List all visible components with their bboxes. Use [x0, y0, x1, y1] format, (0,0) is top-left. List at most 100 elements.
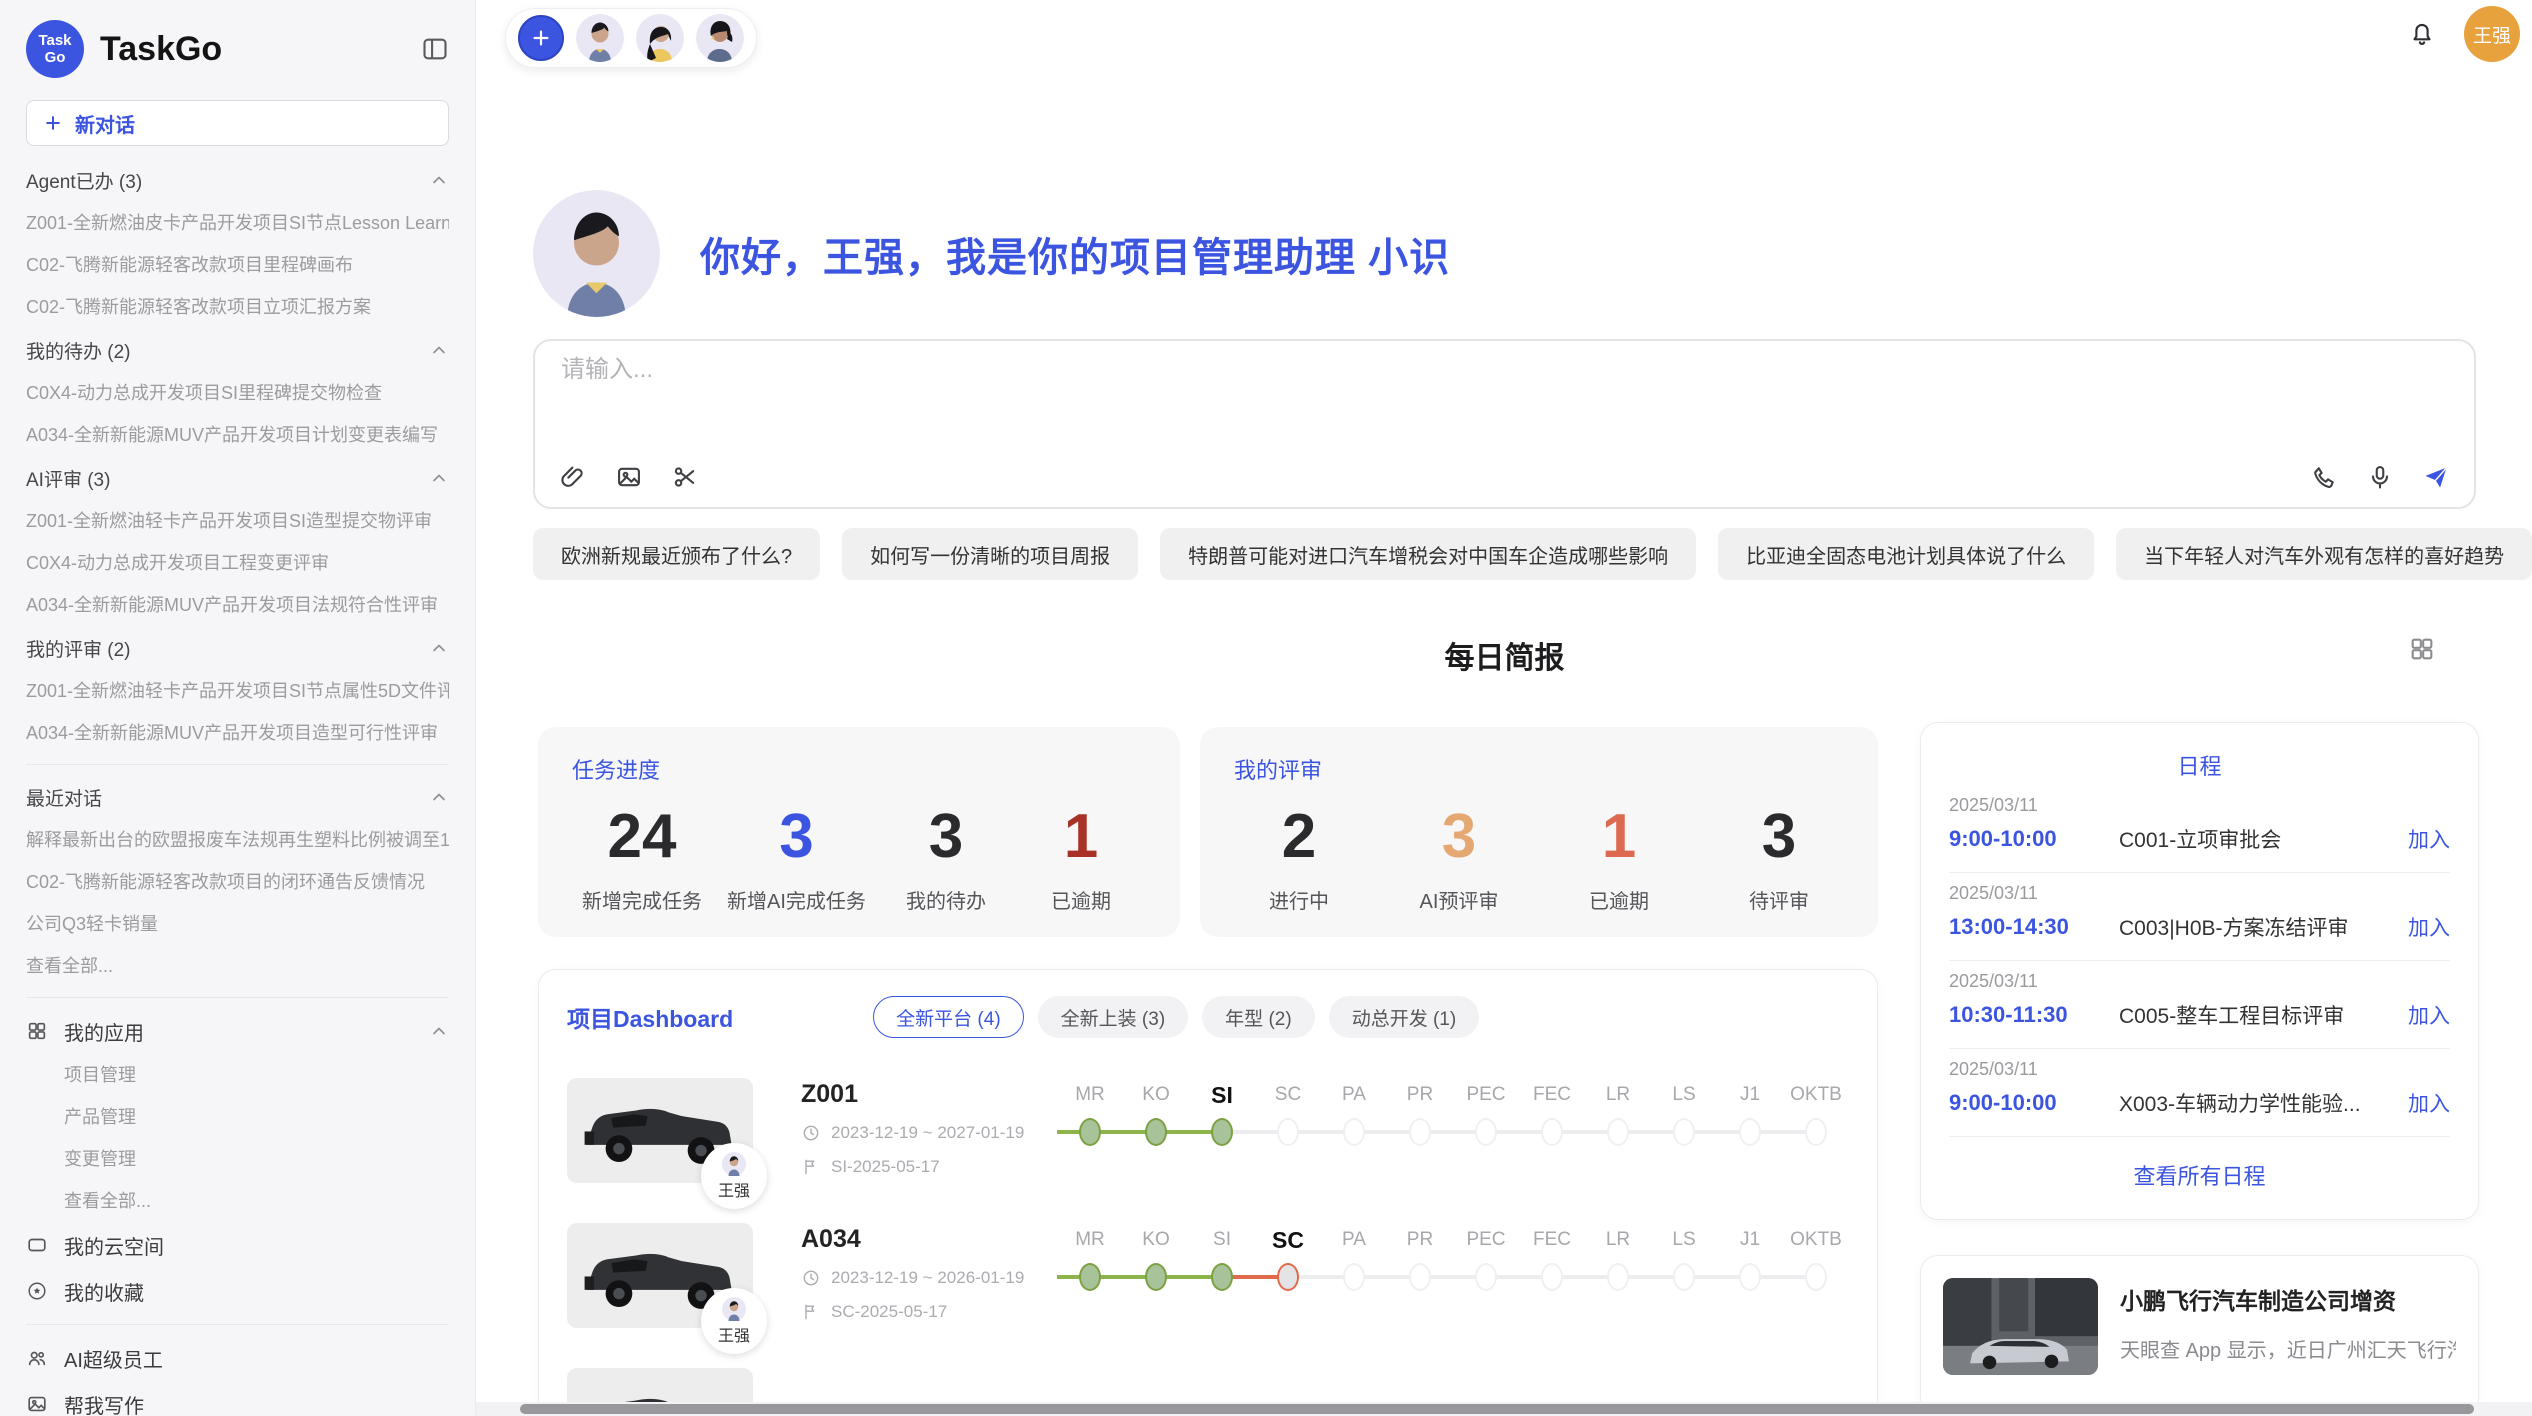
agent-avatar-3[interactable] — [696, 14, 744, 62]
tab-new-body[interactable]: 全新上装 (3) — [1038, 996, 1189, 1038]
microphone-icon[interactable] — [2366, 463, 2394, 491]
milestone-dot — [1739, 1118, 1761, 1146]
view-all-apps[interactable]: 查看全部... — [26, 1180, 449, 1222]
send-icon[interactable] — [2422, 463, 2450, 491]
horizontal-scrollbar-track[interactable] — [476, 1402, 2532, 1416]
schedule-event: 2025/03/11 13:00-14:30 C003|H0B-方案冻结评审 加… — [1949, 883, 2450, 961]
flag-icon — [801, 1302, 821, 1322]
tab-new-platform[interactable]: 全新平台 (4) — [873, 996, 1024, 1038]
user-name: 王强 — [2473, 21, 2511, 48]
event-date: 2025/03/11 — [1949, 1059, 2450, 1080]
sidebar-item-label: 我的收藏 — [64, 1277, 144, 1306]
app-item-product-mgmt[interactable]: 产品管理 — [26, 1096, 449, 1138]
event-time: 10:30-11:30 — [1949, 1002, 2119, 1028]
join-link[interactable]: 加入 — [2408, 912, 2450, 942]
sidebar-item-help-write[interactable]: 帮我写作 — [26, 1381, 449, 1416]
milestone-dot — [1409, 1263, 1431, 1291]
schedule-event: 2025/03/11 9:00-10:00 C001-立项审批会 加入 — [1949, 795, 2450, 873]
section-title: Agent已办 (3) — [26, 167, 142, 194]
stat-value: 1 — [1564, 791, 1674, 883]
section-title: 我的应用 — [64, 1017, 144, 1046]
join-link[interactable]: 加入 — [2408, 1000, 2450, 1030]
phone-icon[interactable] — [2310, 463, 2338, 491]
milestone-dot — [1541, 1118, 1563, 1146]
chevron-up-icon[interactable] — [429, 170, 449, 190]
sidebar-collapse-icon[interactable] — [421, 35, 449, 63]
stat: 2 进行中 — [1244, 791, 1354, 914]
add-agent-button[interactable] — [518, 15, 564, 61]
chevron-up-icon[interactable] — [429, 1021, 449, 1041]
new-chat-button[interactable]: 新对话 — [26, 100, 449, 146]
sidebar-item-label: 我的云空间 — [64, 1231, 164, 1260]
list-item[interactable]: 解释最新出台的欧盟报废车法规再生塑料比例被调至15%... — [26, 819, 449, 861]
horizontal-scrollbar-thumb[interactable] — [520, 1404, 2474, 1414]
tab-year-model[interactable]: 年型 (2) — [1202, 996, 1315, 1038]
agent-avatar-2[interactable] — [636, 14, 684, 62]
suggestion-chip[interactable]: 当下年轻人对汽车外观有怎样的喜好趋势 — [2116, 528, 2532, 580]
sidebar-item-ai-employee[interactable]: AI超级员工 — [26, 1335, 449, 1381]
view-all-chats[interactable]: 查看全部... — [26, 945, 449, 987]
chevron-up-icon[interactable] — [429, 638, 449, 658]
list-item[interactable]: C0X4-动力总成开发项目SI里程碑提交物检查 — [26, 372, 449, 414]
milestone-dot — [1277, 1118, 1299, 1146]
layout-grid-icon[interactable] — [2408, 635, 2436, 663]
divider — [1949, 960, 2450, 961]
agent-avatar-1[interactable] — [576, 14, 624, 62]
project-thumbnail: 王强 — [567, 1078, 753, 1183]
section-my-apps[interactable]: 我的应用 — [26, 1008, 449, 1054]
user-avatar[interactable]: 王强 — [2464, 6, 2520, 62]
project-row-z001[interactable]: 王强 Z001 2023-12-19 ~ 2027-01-19 SI-2025-… — [567, 1078, 1849, 1183]
chevron-up-icon[interactable] — [429, 787, 449, 807]
list-item[interactable]: A034-全新新能源MUV产品开发项目造型可行性评审 — [26, 712, 449, 754]
list-item[interactable]: C02-飞腾新能源轻客改款项目的闭环通告反馈情况 — [26, 861, 449, 903]
list-item[interactable]: A034-全新新能源MUV产品开发项目计划变更表编写 — [26, 414, 449, 456]
section-my-todo[interactable]: 我的待办 (2) — [26, 328, 449, 372]
divider — [26, 764, 449, 765]
message-input[interactable] — [559, 355, 1763, 385]
stat-label: 已逾期 — [1564, 885, 1674, 914]
suggestion-chip[interactable]: 如何写一份清晰的项目周报 — [842, 528, 1138, 580]
section-recent-chats[interactable]: 最近对话 — [26, 775, 449, 819]
list-item[interactable]: Z001-全新燃油轻卡产品开发项目SI节点属性5D文件评审 — [26, 670, 449, 712]
project-row-a034[interactable]: 王强 A034 2023-12-19 ~ 2026-01-19 SC-2025-… — [567, 1223, 1849, 1328]
section-my-review[interactable]: 我的评审 (2) — [26, 626, 449, 670]
chevron-up-icon[interactable] — [429, 340, 449, 360]
suggestion-chip[interactable]: 比亚迪全固态电池计划具体说了什么 — [1718, 528, 2094, 580]
news-card[interactable]: 小鹏飞行汽车制造公司增资 天眼查 App 显示，近日广州汇天飞行汽... — [1920, 1255, 2479, 1415]
chevron-up-icon[interactable] — [429, 468, 449, 488]
list-item[interactable]: Z001-全新燃油皮卡产品开发项目SI节点Lesson Learn报告 — [26, 202, 449, 244]
join-link[interactable]: 加入 — [2408, 824, 2450, 854]
notification-bell-icon[interactable] — [2407, 18, 2437, 48]
section-ai-review[interactable]: AI评审 (3) — [26, 456, 449, 500]
task-progress-card: 任务进度 24 新增完成任务 3 新增AI完成任务 3 我的待办 — [538, 727, 1180, 937]
list-item[interactable]: Z001-全新燃油轻卡产品开发项目SI造型提交物评审 — [26, 500, 449, 542]
list-item[interactable]: 公司Q3轻卡销量 — [26, 903, 449, 945]
image-attach-icon[interactable] — [615, 463, 643, 491]
stat: 1 已逾期 — [1564, 791, 1674, 914]
view-all-schedule-link[interactable]: 查看所有日程 — [1949, 1137, 2450, 1199]
join-link[interactable]: 加入 — [2408, 1088, 2450, 1118]
project-dashboard-card: 项目Dashboard 全新平台 (4) 全新上装 (3) 年型 (2) 动总开… — [538, 969, 1878, 1416]
app-item-project-mgmt[interactable]: 项目管理 — [26, 1054, 449, 1096]
list-item[interactable]: A034-全新新能源MUV产品开发项目法规符合性评审 — [26, 584, 449, 626]
app-item-change-mgmt[interactable]: 变更管理 — [26, 1138, 449, 1180]
stat-label: 待评审 — [1724, 885, 1834, 914]
sidebar: Task Go TaskGo 新对话 Agent已办 (3) Z001-全新燃油… — [0, 0, 476, 1416]
tab-powertrain[interactable]: 动总开发 (1) — [1329, 996, 1480, 1038]
section-agent-done[interactable]: Agent已办 (3) — [26, 158, 449, 202]
scissors-icon[interactable] — [671, 463, 699, 491]
list-item[interactable]: C02-飞腾新能源轻客改款项目立项汇报方案 — [26, 286, 449, 328]
suggestion-chip[interactable]: 特朗普可能对进口汽车增税会对中国车企造成哪些影响 — [1160, 528, 1696, 580]
daily-briefing-header: 每日简报 — [533, 633, 2476, 677]
sidebar-header: Task Go TaskGo — [0, 18, 475, 80]
project-flag: SC-2025-05-17 — [801, 1302, 1047, 1322]
list-item[interactable]: C0X4-动力总成开发项目工程变更评审 — [26, 542, 449, 584]
list-item[interactable]: C02-飞腾新能源轻客改款项目里程碑画布 — [26, 244, 449, 286]
milestone-dot — [1805, 1263, 1827, 1291]
sidebar-item-cloud-space[interactable]: 我的云空间 — [26, 1222, 449, 1268]
suggestion-chip[interactable]: 欧洲新规最近颁布了什么? — [533, 528, 820, 580]
sidebar-item-label: AI超级员工 — [64, 1344, 163, 1373]
divider — [1949, 872, 2450, 873]
paperclip-icon[interactable] — [559, 463, 587, 491]
sidebar-item-favorites[interactable]: 我的收藏 — [26, 1268, 449, 1314]
